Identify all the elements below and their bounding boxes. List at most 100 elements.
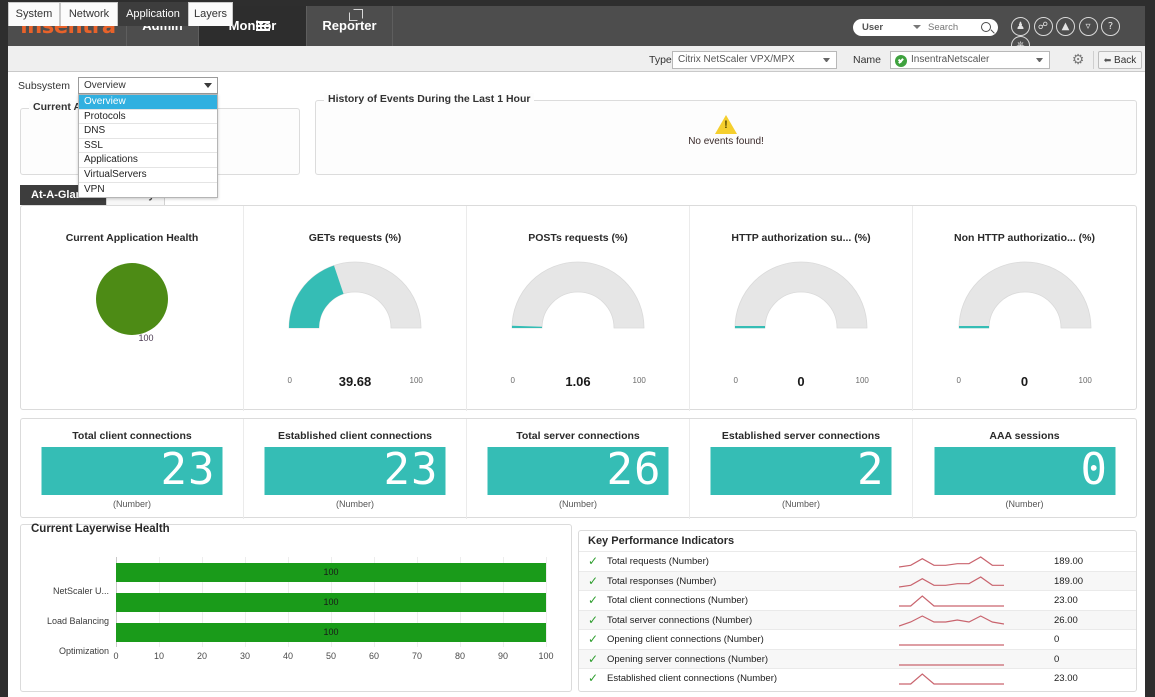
bell-icon[interactable]: ▿: [1078, 17, 1098, 36]
counter-cell-3: Established server connections 2 (Number): [690, 419, 913, 519]
gauge-arc: [726, 254, 876, 337]
x-axis-tick-label: 70: [411, 651, 423, 661]
counter-unit: (Number): [781, 499, 820, 509]
tab-network[interactable]: Network: [60, 2, 118, 26]
kpi-row[interactable]: ✓ Total client connections (Number) 23.00: [579, 590, 1136, 609]
kpi-row[interactable]: ✓ Total responses (Number) 189.00: [579, 570, 1136, 590]
gauge-arc: [503, 254, 653, 337]
hamburger-menu-icon[interactable]: [256, 21, 270, 31]
gauge-cell-1: GETs requests (%) 0 100 39.68: [244, 206, 467, 411]
health-circle: [96, 263, 168, 335]
current-layerwise-health-chart: Current Layerwise Health 0 10 20 30 40 50 60 70…: [20, 523, 572, 692]
x-axis-tick-label: 40: [282, 651, 294, 661]
subsystem-select-value: Overview: [84, 80, 126, 91]
gauge-title: POSTs requests (%): [528, 232, 628, 244]
subsystem-option-dns[interactable]: DNS: [79, 124, 217, 139]
gauges-row: Current Application Health 100 GETs reques…: [20, 205, 1137, 411]
gauge-title: Non HTTP authorizatio... (%): [954, 232, 1095, 244]
bar-segment: 100 NetScaler U...: [53, 562, 546, 596]
tab-application[interactable]: Application: [118, 2, 188, 26]
back-button[interactable]: ⬅ Back: [1098, 51, 1142, 69]
gauge-cell-3: HTTP authorization su... (%) 0 100 0: [690, 206, 913, 411]
counter-title: Total server connections: [516, 430, 640, 442]
counter-unit: (Number): [112, 499, 151, 509]
kpi-row[interactable]: ✓ Opening server connections (Number) 0: [579, 648, 1136, 668]
kpi-row[interactable]: ✓ Opening client connections (Number) 0: [579, 629, 1136, 648]
subsystem-option-applications[interactable]: Applications: [79, 153, 217, 168]
history-of-events-panel: History of Events During the Last 1 Hour…: [315, 93, 1137, 175]
chevron-down-icon[interactable]: [913, 25, 921, 29]
warning-triangle-icon: [715, 115, 737, 134]
help-icon[interactable]: ?: [1101, 17, 1120, 36]
chevron-down-icon: [1036, 58, 1043, 62]
tab-system[interactable]: System: [8, 2, 60, 26]
subsystem-option-overview[interactable]: Overview: [79, 95, 217, 110]
kpi-row[interactable]: ✓ Established client connections (Number)…: [579, 668, 1136, 687]
counter-title: AAA sessions: [989, 430, 1060, 442]
kpi-row[interactable]: ✓ Total requests (Number) 189.00: [579, 551, 1136, 570]
subsystem-dropdown-list[interactable]: Overview Protocols DNS SSL Applications Virtu…: [78, 94, 218, 199]
subsystem-option-virtualservers[interactable]: VirtualServers: [79, 168, 217, 183]
link-icon[interactable]: ☍: [1033, 17, 1053, 36]
counter-lcd-display: 26: [487, 447, 669, 495]
kpi-sparkline: [898, 574, 1004, 589]
health-value: 100: [138, 333, 154, 343]
kpi-sparkline: [899, 632, 1004, 647]
counter-cell-0: Total client connections 23 (Number): [21, 419, 244, 519]
kpi-value: 0: [1054, 634, 1060, 645]
x-axis-tick-label: 60: [368, 651, 380, 661]
type-select-value: Citrix NetScaler VPX/MPX: [678, 54, 795, 65]
bar-segment: 100 Load Balancing: [47, 592, 546, 626]
external-link-icon[interactable]: [349, 9, 363, 21]
device-name-value: InsentraNetscaler: [911, 54, 990, 65]
bar-category-label: Optimization: [58, 645, 109, 656]
counter-cell-2: Total server connections 26 (Number): [467, 419, 690, 519]
check-icon: ✓: [588, 651, 599, 666]
subsystem-option-ssl[interactable]: SSL: [79, 139, 217, 154]
alarm-icon[interactable]: ▲: [1056, 17, 1075, 36]
subsystem-option-protocols[interactable]: Protocols: [79, 110, 217, 125]
key-performance-indicators-table: Key Performance Indicators ✓ Total reques…: [578, 530, 1137, 692]
search-scope-label[interactable]: User: [862, 19, 883, 36]
toolbar-divider: [1093, 51, 1094, 69]
type-select[interactable]: Citrix NetScaler VPX/MPX: [672, 51, 837, 69]
kpi-value: 26.00: [1054, 614, 1078, 626]
tab-layers[interactable]: Layers: [188, 2, 233, 26]
kpi-row[interactable]: ✓ Total server connections (Number) 26.00: [579, 609, 1136, 629]
kpi-indicator-name: Total server connections (Number): [607, 614, 753, 626]
kpi-sparkline: [899, 671, 1004, 686]
search-icon[interactable]: [981, 22, 991, 32]
gauge-value: 0: [797, 374, 805, 389]
x-axis-tick-label: 10: [153, 651, 165, 661]
counter-lcd-display: 0: [934, 447, 1115, 495]
counter-cell-4: AAA sessions 0 (Number): [913, 419, 1136, 519]
user-icon[interactable]: ♟: [1011, 17, 1030, 36]
gear-icon[interactable]: ⚙: [1070, 52, 1086, 68]
kpi-indicator-name: Opening client connections (Number): [607, 634, 764, 645]
subsystem-label: Subsystem: [18, 80, 70, 92]
check-icon: ✓: [588, 554, 599, 568]
counter-cell-1: Established client connections 23 (Number): [244, 419, 467, 519]
kpi-value: 189.00: [1054, 556, 1084, 567]
kpi-indicator-name: Opening server connections (Number): [607, 653, 769, 665]
kpi-indicator-name: Established client connections (Number): [607, 673, 778, 684]
search-input[interactable]: [926, 19, 978, 36]
check-icon: ✓: [588, 573, 599, 588]
panel-legend: History of Events During the Last 1 Hour: [324, 93, 535, 105]
kpi-indicator-name: Total requests (Number): [607, 556, 709, 567]
bar-chart-plot-area: 0 10 20 30 40 50 60 70 80 90 100 100 NetScaler U... 1…: [47, 557, 554, 661]
x-axis-tick-label: 50: [325, 651, 337, 661]
counter-value: 23: [383, 447, 439, 495]
counter-unit: (Number): [1005, 499, 1044, 509]
device-name-select[interactable]: InsentraNetscaler: [890, 51, 1050, 69]
kpi-table-title: Key Performance Indicators: [588, 535, 735, 547]
kpi-value: 189.00: [1054, 575, 1084, 587]
chevron-down-icon: [204, 83, 212, 88]
x-axis-tick-label: 20: [196, 651, 208, 661]
subsystem-select[interactable]: Overview: [78, 77, 218, 94]
chart-title: Current Layerwise Health: [31, 523, 170, 535]
gauge-cell-2: POSTs requests (%) 0 100 1.06: [467, 206, 690, 411]
subsystem-option-vpn[interactable]: VPN: [79, 183, 217, 198]
window-frame-right: [1145, 0, 1155, 697]
gauge-title: HTTP authorization su... (%): [731, 232, 871, 244]
